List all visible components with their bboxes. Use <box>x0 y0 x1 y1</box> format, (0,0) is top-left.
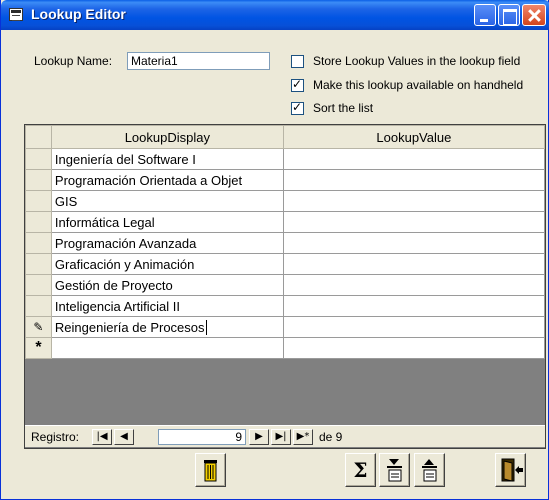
close-button[interactable] <box>522 4 546 26</box>
lookup-value-cell[interactable] <box>282 253 546 275</box>
sort-list-label: Sort the list <box>313 101 374 115</box>
lookup-grid: LookupDisplay LookupValue Ingeniería del… <box>24 124 546 449</box>
lookup-value-cell[interactable] <box>282 295 546 317</box>
new-lookup-display-cell[interactable] <box>50 337 284 359</box>
record-label: Registro: <box>31 430 80 444</box>
first-record-button[interactable]: |◀ <box>92 429 112 445</box>
lookup-display-cell[interactable]: Informática Legal <box>50 211 284 233</box>
lookup-editor-window: Lookup Editor Lookup Name: Materia1 Stor… <box>0 0 549 500</box>
record-navigation-bar: Registro: |◀ ◀ 9 ▶ ▶| ▶* de 9 <box>25 425 545 447</box>
lookup-display-cell[interactable]: Ingeniería del Software I <box>50 148 284 170</box>
header-row: LookupDisplay LookupValue <box>25 125 546 149</box>
table-row[interactable]: Informática Legal <box>25 211 546 233</box>
lookup-name-input[interactable]: Materia1 <box>127 52 270 70</box>
move-down-button[interactable] <box>379 453 410 487</box>
trash-icon <box>204 460 217 482</box>
sort-list-checkbox[interactable] <box>291 100 304 115</box>
lookup-value-cell[interactable] <box>282 211 546 233</box>
editing-text[interactable]: Reingeniería de Procesos <box>54 319 207 335</box>
row-selector[interactable] <box>25 169 52 191</box>
handheld-label: Make this lookup available on handheld <box>313 78 524 92</box>
exit-button[interactable] <box>495 453 526 487</box>
handheld-checkbox[interactable] <box>291 77 304 92</box>
table-row-editing[interactable]: ✎ Reingeniería de Procesos <box>25 316 546 338</box>
row-selector[interactable] <box>25 148 52 170</box>
sort-down-icon <box>387 459 402 482</box>
current-record-input[interactable]: 9 <box>158 429 246 445</box>
new-record-marker: * <box>25 337 52 359</box>
lookup-value-cell[interactable] <box>282 274 546 296</box>
lookup-value-cell[interactable] <box>282 232 546 254</box>
table-row[interactable]: Ingeniería del Software I <box>25 148 546 170</box>
lookup-display-cell[interactable]: Graficación y Animación <box>50 253 284 275</box>
lookup-value-cell[interactable] <box>282 148 546 170</box>
totals-button[interactable]: Σ <box>345 453 376 487</box>
last-record-button[interactable]: ▶| <box>271 429 291 445</box>
row-selector[interactable] <box>25 232 52 254</box>
minimize-button[interactable] <box>474 4 496 26</box>
lookup-table: LookupDisplay LookupValue Ingeniería del… <box>25 125 546 359</box>
window-title: Lookup Editor <box>31 6 126 22</box>
previous-record-button[interactable]: ◀ <box>114 429 134 445</box>
lookup-display-cell[interactable]: Programación Orientada a Objet <box>50 169 284 191</box>
corner-selector[interactable] <box>25 125 52 149</box>
exit-door-icon <box>501 458 523 482</box>
move-up-button[interactable] <box>414 453 445 487</box>
row-selector[interactable] <box>25 253 52 275</box>
lookup-display-cell[interactable]: Inteligencia Artificial II <box>50 295 284 317</box>
next-record-button[interactable]: ▶ <box>249 429 269 445</box>
form-icon <box>9 8 23 21</box>
lookup-value-cell[interactable] <box>282 169 546 191</box>
store-lookup-values-checkbox[interactable] <box>291 55 304 68</box>
table-row[interactable]: Graficación y Animación <box>25 253 546 275</box>
lookup-display-cell[interactable]: Programación Avanzada <box>50 232 284 254</box>
table-row[interactable]: Programación Orientada a Objet <box>25 169 546 191</box>
new-record-button[interactable]: ▶* <box>293 429 313 445</box>
sort-up-icon <box>422 459 437 482</box>
lookup-display-cell-editing[interactable]: Reingeniería de Procesos <box>50 316 284 338</box>
new-lookup-value-cell[interactable] <box>282 337 546 359</box>
table-row[interactable]: Inteligencia Artificial II <box>25 295 546 317</box>
lookup-display-cell[interactable]: GIS <box>50 190 284 212</box>
pencil-icon: ✎ <box>25 316 52 338</box>
lookup-name-label: Lookup Name: <box>34 54 113 68</box>
column-header-lookupvalue[interactable]: LookupValue <box>282 125 546 149</box>
maximize-button[interactable] <box>498 4 520 26</box>
row-selector[interactable] <box>25 211 52 233</box>
table-row[interactable]: GIS <box>25 190 546 212</box>
new-record-row[interactable]: * <box>25 337 546 359</box>
row-selector[interactable] <box>25 190 52 212</box>
record-count-label: de 9 <box>319 430 343 444</box>
lookup-value-cell[interactable] <box>282 316 546 338</box>
table-row[interactable]: Gestión de Proyecto <box>25 274 546 296</box>
store-lookup-values-label: Store Lookup Values in the lookup field <box>313 54 521 68</box>
sigma-icon: Σ <box>353 458 368 482</box>
delete-button[interactable] <box>195 453 226 487</box>
row-selector[interactable] <box>25 295 52 317</box>
lookup-display-cell[interactable]: Gestión de Proyecto <box>50 274 284 296</box>
column-header-lookupdisplay[interactable]: LookupDisplay <box>50 125 284 149</box>
title-bar[interactable]: Lookup Editor <box>1 0 549 30</box>
row-selector[interactable] <box>25 274 52 296</box>
table-row[interactable]: Programación Avanzada <box>25 232 546 254</box>
lookup-value-cell[interactable] <box>282 190 546 212</box>
